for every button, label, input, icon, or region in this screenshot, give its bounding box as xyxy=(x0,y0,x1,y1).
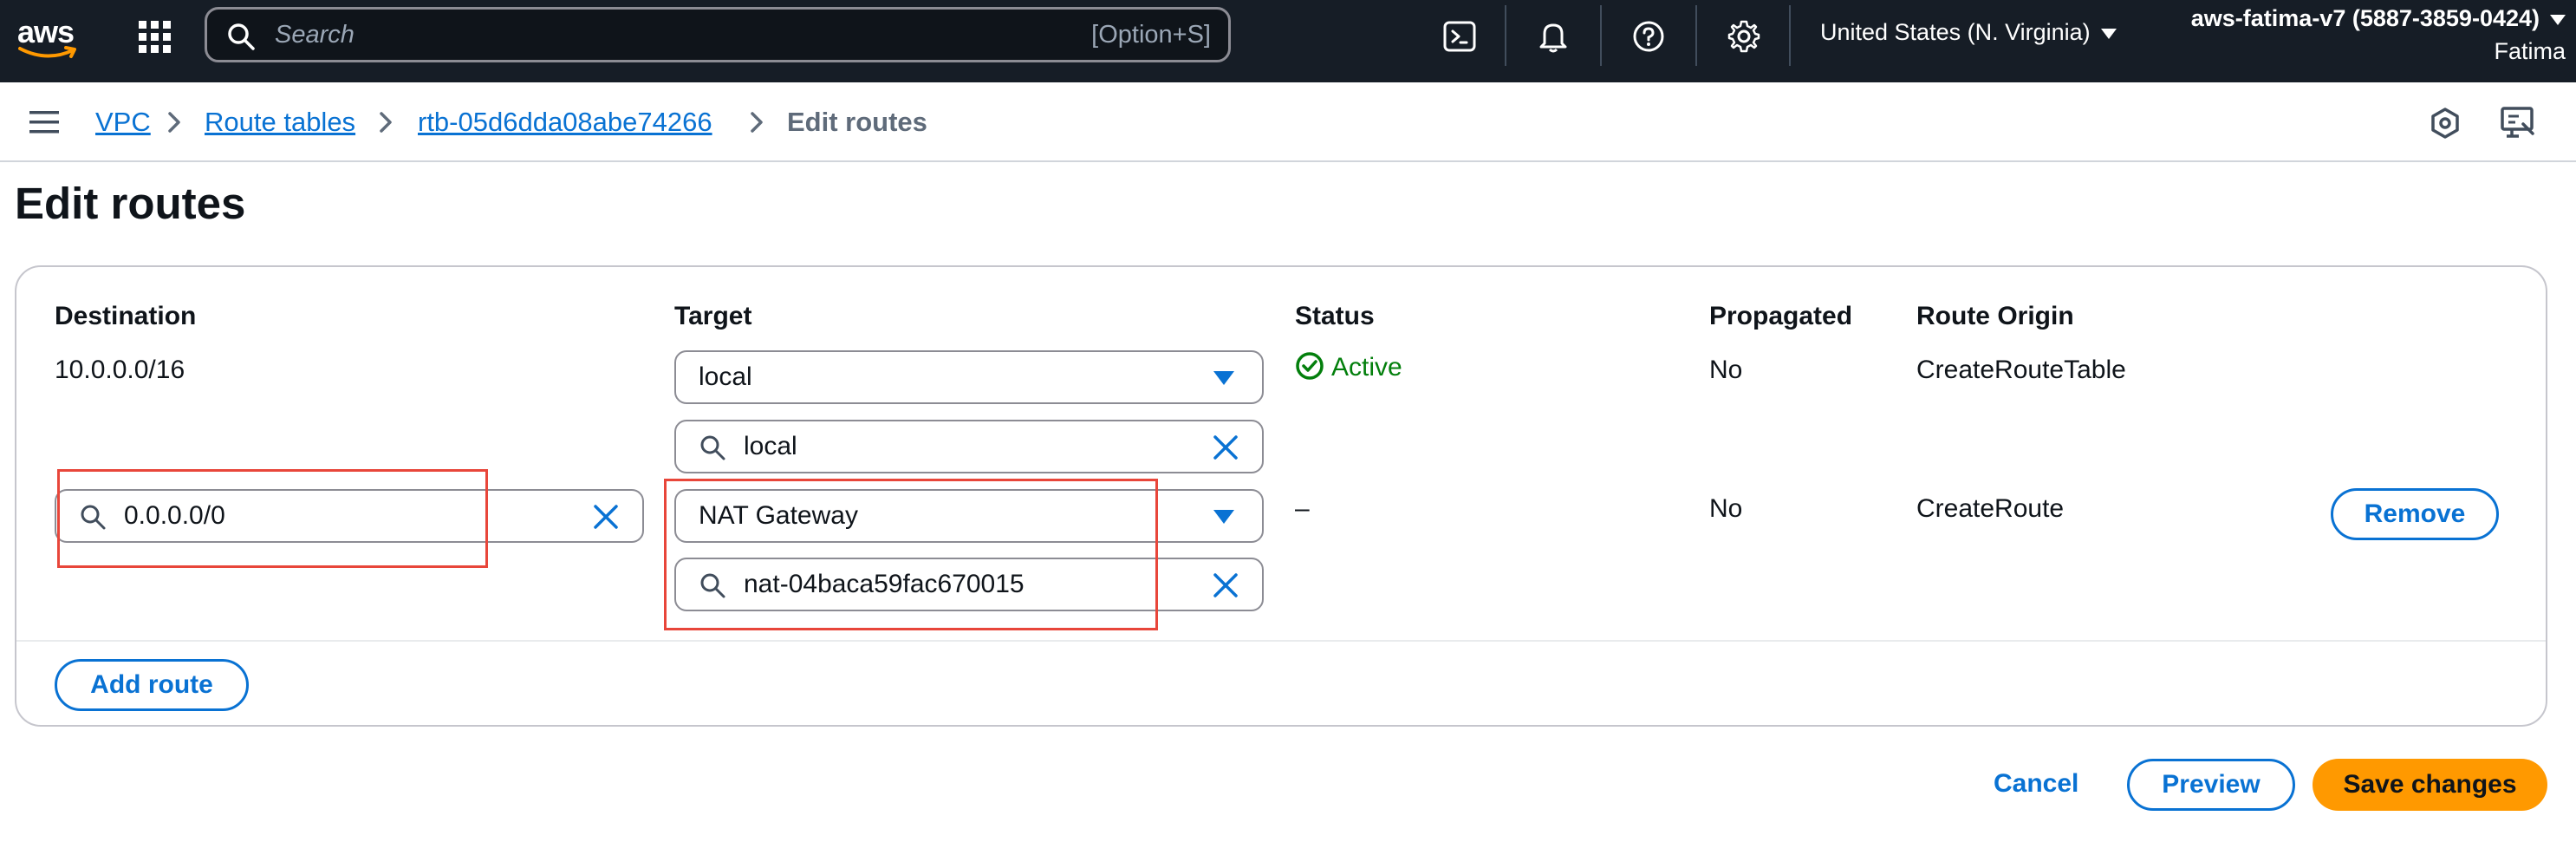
route-propagated: No xyxy=(1709,356,1743,384)
search-icon xyxy=(700,435,725,460)
top-navigation-bar: aws Search [Option+S] United States (N. … xyxy=(0,0,2576,82)
column-header-destination: Destination xyxy=(55,302,197,330)
caret-down-icon xyxy=(2100,28,2117,39)
column-header-route-origin: Route Origin xyxy=(1916,302,2074,330)
services-grid-icon[interactable] xyxy=(137,19,172,54)
column-header-status: Status xyxy=(1295,302,1375,330)
help-icon[interactable] xyxy=(1631,19,1666,54)
chevron-right-icon xyxy=(168,112,180,133)
target-highlight-box xyxy=(664,479,1158,630)
route-propagated: No xyxy=(1709,494,1743,523)
status-label: Active xyxy=(1331,353,1402,382)
route-status: – xyxy=(1295,494,1310,523)
display-preferences-icon[interactable] xyxy=(2500,105,2536,140)
clear-icon[interactable] xyxy=(1212,571,1239,599)
chevron-right-icon xyxy=(380,112,392,133)
aws-smile-icon xyxy=(18,46,76,58)
check-circle-icon xyxy=(1296,352,1324,380)
breadcrumb-vpc[interactable]: VPC xyxy=(95,107,151,138)
cloudshell-icon[interactable] xyxy=(1442,19,1477,54)
route-origin: CreateRouteTable xyxy=(1916,356,2126,384)
topbar-divider xyxy=(1695,5,1697,66)
aws-logo[interactable]: aws xyxy=(16,12,80,66)
target-filter-value: local xyxy=(744,432,797,460)
preview-button[interactable]: Preview xyxy=(2127,759,2295,811)
region-selector[interactable]: United States (N. Virginia) xyxy=(1820,19,2117,46)
user-name: Fatima xyxy=(2494,38,2566,64)
topbar-divider xyxy=(1789,5,1791,66)
save-changes-button[interactable]: Save changes xyxy=(2313,759,2547,811)
route-destination-text: 10.0.0.0/16 xyxy=(55,356,185,384)
search-shortcut: [Option+S] xyxy=(1091,21,1211,49)
region-label: United States (N. Virginia) xyxy=(1820,19,2091,45)
account-menu[interactable]: aws-fatima-v7 (5887-3859-0424) Fatima xyxy=(2191,2,2566,68)
caret-down-icon xyxy=(1213,510,1234,524)
status-active: Active xyxy=(1295,352,1402,382)
target-filter-input[interactable]: local xyxy=(674,420,1264,473)
breadcrumb-bar: VPC Route tables rtb-05d6dda08abe74266 E… xyxy=(0,82,2576,162)
caret-down-icon xyxy=(1213,371,1234,385)
chevron-right-icon xyxy=(751,112,763,133)
menu-icon[interactable] xyxy=(28,108,61,136)
page-title: Edit routes xyxy=(15,179,246,228)
destination-highlight-box xyxy=(57,469,488,568)
breadcrumb-route-table-id[interactable]: rtb-05d6dda08abe74266 xyxy=(418,107,712,138)
breadcrumb-route-tables[interactable]: Route tables xyxy=(205,107,355,138)
column-header-propagated: Propagated xyxy=(1709,302,1853,330)
cancel-button[interactable]: Cancel xyxy=(1994,769,2078,799)
topbar-divider xyxy=(1505,5,1506,66)
column-header-target: Target xyxy=(674,302,752,330)
caret-down-icon xyxy=(2550,14,2566,25)
global-search-input[interactable]: Search [Option+S] xyxy=(205,7,1231,62)
gear-icon[interactable] xyxy=(1727,19,1761,54)
add-route-button[interactable]: Add route xyxy=(55,659,249,711)
panel-divider xyxy=(16,640,2546,642)
bell-icon[interactable] xyxy=(1536,19,1571,54)
breadcrumb-current: Edit routes xyxy=(787,107,927,137)
search-icon xyxy=(228,23,255,50)
search-placeholder: Search xyxy=(275,21,355,49)
remove-route-button[interactable]: Remove xyxy=(2331,488,2499,540)
hexagon-settings-icon[interactable] xyxy=(2429,107,2462,140)
topbar-divider xyxy=(1600,5,1602,66)
clear-icon[interactable] xyxy=(1212,434,1239,461)
target-type-value: local xyxy=(699,362,752,391)
target-type-select[interactable]: local xyxy=(674,350,1264,404)
route-origin: CreateRoute xyxy=(1916,494,2065,523)
clear-icon[interactable] xyxy=(592,503,620,531)
account-name: aws-fatima-v7 (5887-3859-0424) xyxy=(2190,5,2540,31)
